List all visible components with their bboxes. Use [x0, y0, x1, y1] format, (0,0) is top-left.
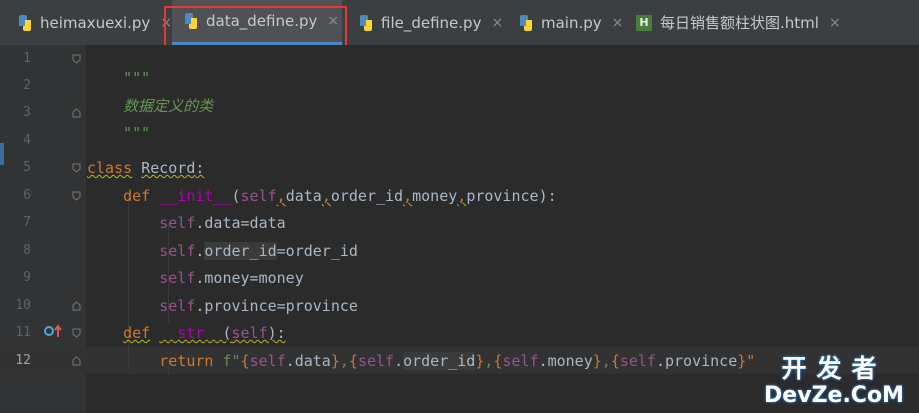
close-icon[interactable]: × — [491, 15, 503, 31]
code-line-7: self.data=data — [87, 213, 286, 233]
code-line-5: class Record: — [87, 158, 204, 178]
string-text: , — [339, 352, 349, 370]
fold-marker-icon[interactable] — [72, 191, 81, 201]
brace: } — [592, 352, 602, 370]
fold-marker-icon[interactable] — [72, 108, 81, 118]
punct: ): — [267, 324, 286, 342]
line-number: 4 — [23, 133, 31, 148]
code-text: . — [394, 352, 404, 370]
python-file-icon — [520, 14, 532, 31]
code-text: .data — [285, 352, 331, 370]
tab-file-define[interactable]: file_define.py × — [357, 0, 503, 45]
code-line-12: return f"{self.data},{self.order_id},{se… — [87, 351, 755, 371]
punct: , — [403, 187, 413, 205]
line-number: 2 — [23, 78, 31, 93]
line-number: 10 — [15, 298, 31, 313]
tab-label: heimaxuexi.py — [40, 13, 151, 32]
line-number: 1 — [23, 51, 31, 66]
code-line-9: self.money=money — [87, 268, 304, 288]
self-ref: self — [159, 269, 196, 287]
punct: : — [195, 159, 205, 177]
line-number: 6 — [23, 188, 31, 203]
punct: ( — [231, 187, 241, 205]
code-text: .data=data — [195, 214, 286, 232]
code-text: .province — [655, 352, 738, 370]
keyword: def — [123, 324, 151, 342]
code-line-6: def __init__(self,data,order_id,money,pr… — [87, 186, 557, 206]
fold-marker-icon[interactable] — [72, 356, 81, 366]
fold-marker-icon[interactable] — [72, 54, 81, 64]
keyword: def — [123, 187, 151, 205]
keyword: return — [159, 352, 214, 370]
self-ref: self — [159, 242, 196, 260]
brace: { — [240, 352, 250, 370]
code-line-3: """ — [87, 103, 150, 163]
line-number: 3 — [23, 105, 31, 120]
code-text: .money — [538, 352, 593, 370]
brace: { — [348, 352, 358, 370]
fold-marker-icon[interactable] — [72, 301, 81, 311]
html-file-icon: H — [636, 14, 652, 31]
punct: , — [276, 187, 286, 205]
code-text: .money=money — [195, 269, 304, 287]
param: province — [466, 187, 539, 205]
punct: , — [321, 187, 331, 205]
brace: { — [610, 352, 620, 370]
code-text: =order_id — [276, 242, 358, 260]
python-file-icon — [360, 14, 372, 31]
class-name: Record — [141, 159, 196, 177]
method-name: __str__ — [159, 324, 223, 342]
tab-label: 每日销售额柱状图.html — [660, 14, 819, 32]
self-ref: self — [159, 297, 196, 315]
code-editor[interactable]: """ 数据定义的类 """ class Record: def __init_… — [86, 45, 919, 413]
self-ref: self — [159, 214, 196, 232]
keyword: class — [87, 159, 133, 177]
self-ref: self — [249, 352, 286, 370]
close-icon[interactable]: × — [829, 15, 841, 31]
line-number: 9 — [23, 270, 31, 285]
brace: }" — [737, 352, 756, 370]
fold-marker-icon[interactable] — [72, 163, 81, 173]
string-text: , — [601, 352, 611, 370]
punct: ): — [538, 187, 557, 205]
fstring-prefix: f" — [222, 352, 241, 370]
tab-main[interactable]: main.py × — [517, 0, 623, 45]
self-ref: self — [357, 352, 395, 370]
param: order_id — [330, 187, 404, 205]
brace: } — [330, 352, 340, 370]
self-ref: self — [502, 352, 539, 370]
docstring: """ — [123, 124, 151, 142]
line-number-gutter: 1 2 3 4 5 6 7 8 9 10 11 12 — [0, 45, 86, 413]
line-number: 8 — [23, 243, 31, 258]
close-icon[interactable]: × — [612, 15, 624, 31]
tab-label: main.py — [541, 13, 602, 32]
attribute: order_id — [204, 242, 277, 260]
self-param: self — [231, 324, 268, 342]
method-name: __init__ — [159, 187, 232, 205]
code-text: .province=province — [195, 297, 358, 315]
line-number: 11 — [15, 325, 31, 340]
line-number: 7 — [23, 215, 31, 230]
code-line-8: self.order_id=order_id — [87, 241, 358, 261]
line-number: 5 — [23, 160, 31, 175]
param: money — [412, 187, 458, 205]
param: data — [285, 187, 322, 205]
self-ref: self — [619, 352, 656, 370]
attribute: order_id — [403, 352, 476, 370]
code-line-11: def __str__(self): — [87, 323, 286, 343]
punct: ( — [222, 324, 232, 342]
fold-marker-icon[interactable] — [72, 328, 81, 338]
self-param: self — [240, 187, 277, 205]
tab-label: file_define.py — [381, 13, 482, 32]
tab-sales-chart-html[interactable]: H 每日销售额柱状图.html × — [636, 0, 841, 45]
code-line-10: self.province=province — [87, 296, 358, 316]
override-method-icon[interactable] — [43, 323, 63, 339]
editor-tab-bar: heimaxuexi.py × data_define.py × file_de… — [0, 0, 919, 46]
punct: , — [457, 187, 467, 205]
line-number-current: 12 — [15, 353, 31, 368]
tab-heimaxuexi[interactable]: heimaxuexi.py × — [16, 0, 172, 45]
python-file-icon — [19, 14, 31, 31]
